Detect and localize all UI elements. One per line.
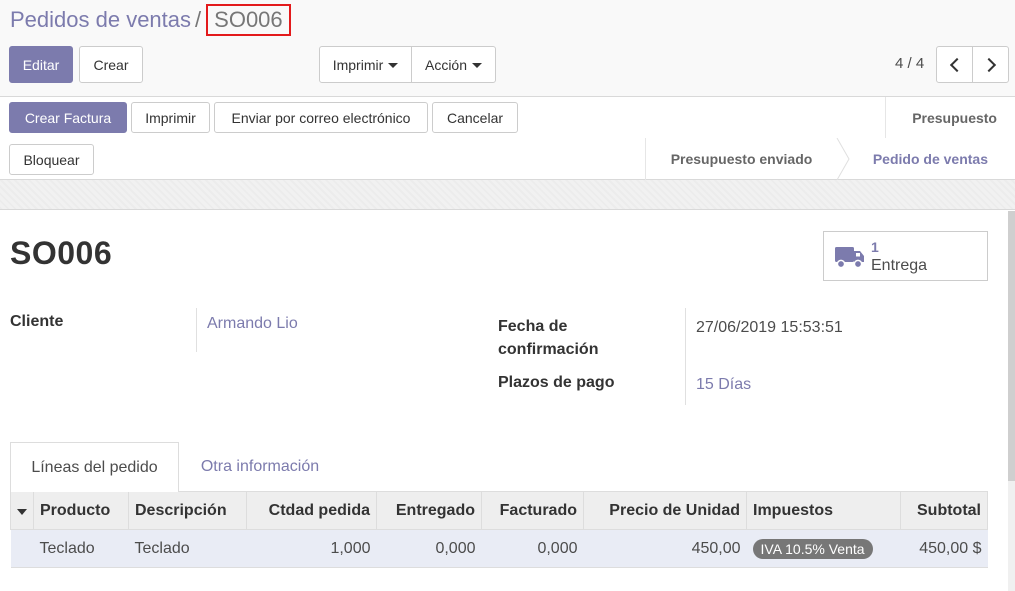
payment-terms-value[interactable]: 15 Días bbox=[696, 373, 751, 396]
table-header-row: Producto Descripción Ctdad pedida Entreg… bbox=[10, 491, 988, 530]
column-header-unit-price[interactable]: Precio de Unidad bbox=[583, 491, 747, 530]
breadcrumb-separator: / bbox=[195, 7, 202, 32]
action-dropdown-button[interactable]: Acción bbox=[411, 46, 496, 83]
chevron-right-icon bbox=[981, 57, 996, 72]
form-header: Crear Factura Imprimir Enviar por correo… bbox=[0, 97, 1015, 180]
field-divider bbox=[685, 308, 686, 405]
cell-subtotal[interactable]: 450,00 $ bbox=[900, 529, 988, 568]
caret-down-icon bbox=[388, 63, 399, 68]
confirmation-date-label-line2: confirmación bbox=[498, 341, 599, 358]
send-email-button[interactable]: Enviar por correo electrónico bbox=[214, 102, 428, 133]
tab-order-lines[interactable]: Líneas del pedido bbox=[10, 442, 179, 492]
stage-presupuesto-enviado[interactable]: Presupuesto enviado bbox=[645, 138, 837, 180]
create-button[interactable]: Crear bbox=[79, 46, 143, 83]
cell-unit-price[interactable]: 450,00 bbox=[583, 529, 747, 568]
column-header-product[interactable]: Producto bbox=[33, 491, 129, 530]
row-spacer bbox=[10, 529, 34, 568]
action-dropdown-label: Acción bbox=[424, 56, 468, 73]
header-print-button[interactable]: Imprimir bbox=[131, 102, 210, 133]
delivery-count: 1 bbox=[871, 239, 879, 255]
delivery-smart-button[interactable]: 1 Entrega bbox=[823, 231, 988, 281]
print-dropdown-label: Imprimir bbox=[332, 56, 384, 73]
breadcrumb-parent-link[interactable]: Pedidos de ventas bbox=[10, 7, 191, 32]
column-header-delivered[interactable]: Entregado bbox=[376, 491, 482, 530]
caret-down-icon bbox=[17, 508, 27, 515]
customer-label: Cliente bbox=[10, 313, 64, 330]
customer-value[interactable]: Armando Lio bbox=[207, 312, 298, 335]
group-toggle[interactable] bbox=[10, 491, 34, 530]
field-divider bbox=[196, 308, 197, 352]
column-header-ordered-qty[interactable]: Ctdad pedida bbox=[246, 491, 377, 530]
truck-icon bbox=[835, 247, 864, 269]
stage-pedido-de-ventas[interactable]: Pedido de ventas bbox=[837, 138, 1015, 180]
cell-ordered-qty[interactable]: 1,000 bbox=[246, 529, 377, 568]
lock-button[interactable]: Bloquear bbox=[9, 144, 94, 175]
tax-badge: IVA 10.5% Venta bbox=[752, 538, 873, 559]
cancel-button[interactable]: Cancelar bbox=[432, 102, 518, 133]
breadcrumb: Pedidos de ventas / SO006 bbox=[10, 4, 291, 36]
column-header-invoiced[interactable]: Facturado bbox=[481, 491, 584, 530]
pager-value[interactable]: 4 / 4 bbox=[895, 55, 924, 72]
cell-product[interactable]: Teclado bbox=[33, 529, 129, 568]
column-header-description[interactable]: Descripción bbox=[128, 491, 247, 530]
confirmation-date-label-line1: Fecha de bbox=[498, 318, 568, 335]
print-dropdown-button[interactable]: Imprimir bbox=[319, 46, 412, 83]
record-title: SO006 bbox=[10, 235, 113, 271]
column-header-taxes[interactable]: Impuestos bbox=[746, 491, 901, 530]
breadcrumb-current: SO006 bbox=[206, 4, 291, 36]
control-panel: Pedidos de ventas / SO006 Editar Crear Imp… bbox=[0, 0, 1015, 97]
tab-other-information[interactable]: Otra información bbox=[190, 442, 330, 492]
background-strip bbox=[0, 180, 1015, 210]
stage-presupuesto[interactable]: Presupuesto bbox=[885, 97, 1015, 138]
confirmation-date-value: 27/06/2019 15:53:51 bbox=[696, 319, 843, 336]
cell-delivered[interactable]: 0,000 bbox=[376, 529, 482, 568]
statusbar: Presupuesto Presupuesto enviado Pedido d… bbox=[645, 97, 1015, 180]
confirmation-date-label: Fecha de confirmación bbox=[498, 315, 598, 361]
pager-previous-button[interactable] bbox=[936, 46, 973, 83]
cell-taxes[interactable]: IVA 10.5% Venta bbox=[746, 529, 901, 568]
caret-down-icon bbox=[472, 63, 483, 68]
table-row[interactable]: Teclado Teclado 1,000 0,000 0,000 450,00… bbox=[10, 529, 988, 568]
create-invoice-button[interactable]: Crear Factura bbox=[9, 102, 127, 133]
chevron-left-icon bbox=[949, 57, 964, 72]
cell-description[interactable]: Teclado bbox=[128, 529, 247, 568]
column-header-subtotal[interactable]: Subtotal bbox=[900, 491, 988, 530]
cell-invoiced[interactable]: 0,000 bbox=[481, 529, 584, 568]
edit-button[interactable]: Editar bbox=[9, 46, 73, 83]
payment-terms-label: Plazos de pago bbox=[498, 374, 615, 391]
scrollbar-thumb[interactable] bbox=[1008, 211, 1015, 481]
pager-next-button[interactable] bbox=[972, 46, 1009, 83]
order-lines-table: Producto Descripción Ctdad pedida Entreg… bbox=[10, 491, 988, 568]
delivery-label: Entrega bbox=[871, 257, 928, 274]
